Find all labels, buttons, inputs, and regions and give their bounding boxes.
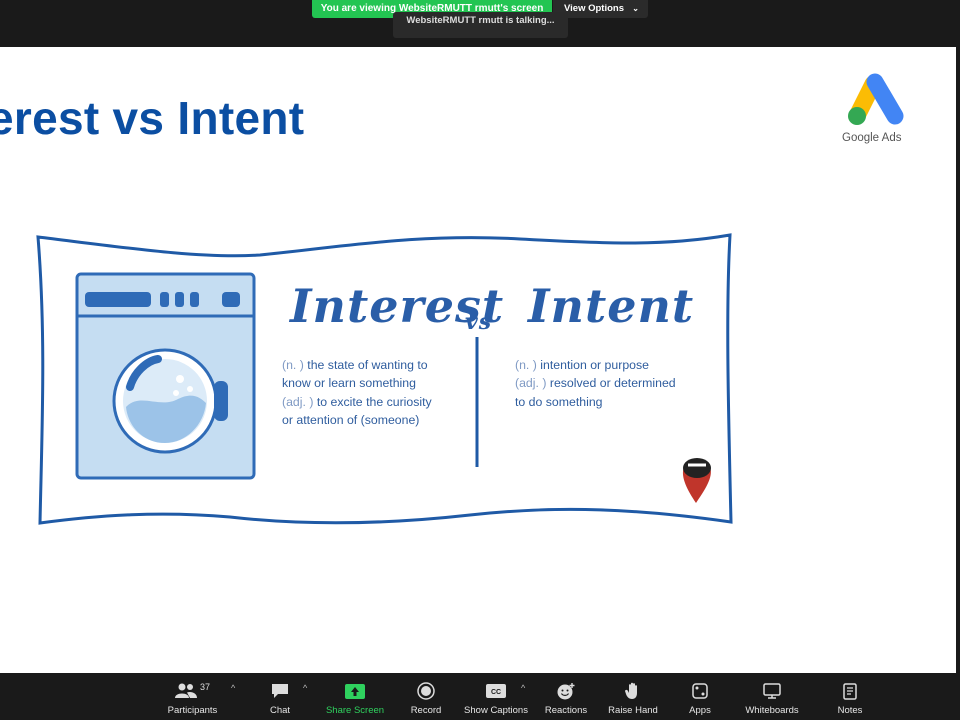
view-options-label: View Options	[564, 3, 625, 14]
definition-line: (adj. ) to excite the curiosity	[282, 393, 472, 411]
definition-line: to do something	[515, 393, 715, 411]
participants-caret-icon[interactable]: ^	[231, 683, 235, 693]
captions-icon: CC	[486, 684, 506, 698]
share-screen-button[interactable]: Share Screen	[325, 680, 385, 716]
raise-hand-icon	[625, 682, 637, 699]
notes-icon	[843, 682, 857, 700]
definition-text: resolved or determined	[546, 376, 676, 391]
participants-button[interactable]: 37 Participants	[165, 680, 220, 716]
show-captions-label: Show Captions	[464, 705, 528, 716]
definition-line: (n. ) the state of wanting to	[282, 356, 472, 374]
active-speaker-indicator: WebsiteRMUTT rmutt is talking...	[393, 12, 568, 38]
intent-definition: (n. ) intention or purpose (adj. ) resol…	[515, 356, 715, 411]
raise-hand-label: Raise Hand	[608, 705, 658, 716]
participants-label: Participants	[167, 705, 218, 716]
apps-label: Apps	[689, 705, 711, 716]
captions-caret-icon[interactable]: ^	[521, 683, 525, 693]
definition-text: know or learn something	[282, 376, 416, 391]
definition-line: know or learn something	[282, 374, 472, 392]
share-screen-icon	[345, 683, 365, 699]
definition-line: or attention of (someone)	[282, 411, 472, 429]
shared-screen-slide: erest vs Intent Google Ads Interest vs I…	[0, 47, 956, 673]
washing-machine-icon	[75, 272, 256, 480]
chat-button[interactable]: Chat	[262, 680, 298, 716]
whiteboards-button[interactable]: Whiteboards	[742, 680, 802, 716]
svg-text:CC: CC	[491, 689, 501, 696]
definition-line: (n. ) intention or purpose	[515, 356, 715, 374]
notes-button[interactable]: Notes	[832, 680, 868, 716]
notes-label: Notes	[837, 705, 863, 716]
apps-icon	[692, 683, 708, 699]
participant-count: 37	[199, 682, 210, 692]
definition-text: intention or purpose	[536, 358, 649, 372]
definition-text: to excite the curiosity	[313, 394, 432, 409]
part-of-speech: (n. )	[282, 358, 304, 372]
part-of-speech: (adj. )	[282, 394, 314, 409]
share-screen-label: Share Screen	[325, 705, 385, 716]
raise-hand-button[interactable]: Raise Hand	[607, 680, 659, 716]
chevron-down-icon: ⌄	[632, 4, 639, 13]
word-intent: Intent	[528, 279, 695, 333]
chat-caret-icon[interactable]: ^	[303, 683, 307, 693]
definition-text: the state of wanting to	[303, 358, 428, 372]
participants-icon	[174, 683, 197, 698]
part-of-speech: (n. )	[515, 358, 537, 372]
part-of-speech: (adj. )	[515, 376, 547, 391]
interest-intent-illustration	[36, 233, 733, 525]
whiteboard-icon	[763, 683, 781, 699]
word-vs: vs	[465, 309, 493, 335]
record-button[interactable]: Record	[405, 680, 447, 716]
meeting-toolbar: 37 Participants ^ Chat ^ Share Screen Re…	[0, 673, 960, 720]
slide-edge	[956, 47, 960, 673]
reactions-label: Reactions	[544, 705, 588, 716]
chat-label: Chat	[269, 705, 291, 716]
reactions-icon	[557, 683, 575, 700]
record-icon	[417, 682, 435, 700]
whiteboards-label: Whiteboards	[745, 705, 799, 716]
interest-definition: (n. ) the state of wanting to know or le…	[282, 356, 472, 430]
reactions-button[interactable]: Reactions	[543, 680, 589, 716]
record-label: Record	[410, 705, 442, 716]
show-captions-button[interactable]: CC Show Captions	[463, 680, 529, 716]
meeting-top-bar: You are viewing WebsiteRMUTT rmutt's scr…	[0, 0, 960, 47]
definition-line: (adj. ) resolved or determined	[515, 374, 715, 392]
chat-icon	[272, 684, 288, 698]
definition-text: or attention of (someone)	[282, 413, 420, 428]
apps-button[interactable]: Apps	[683, 680, 717, 716]
definition-text: to do something	[515, 394, 603, 409]
